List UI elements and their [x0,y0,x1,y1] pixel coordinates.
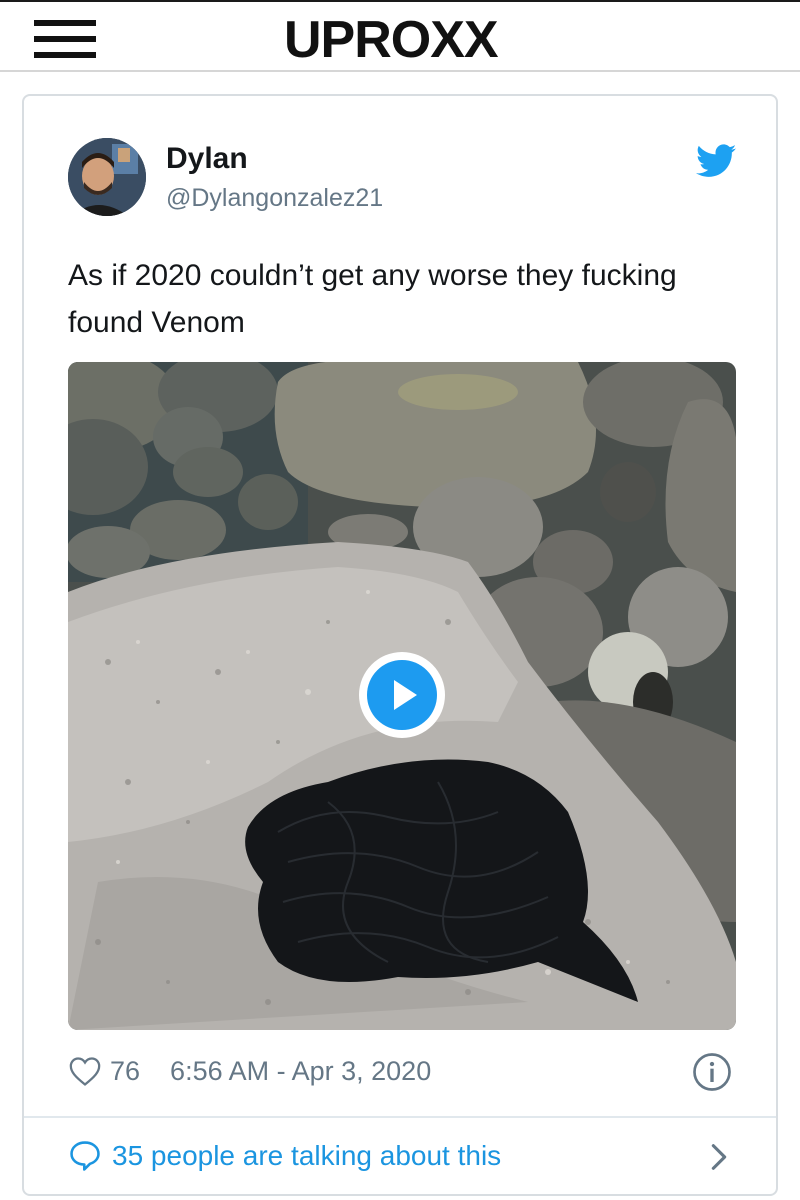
tweet-video[interactable] [68,362,736,1030]
embedded-tweet-card: Dylan @Dylangonzalez21 As if 2020 couldn… [22,94,778,1196]
tweet-meta-row: 76 6:56 AM - Apr 3, 2020 [68,1054,431,1088]
conversation-text: 35 people are talking about this [112,1140,502,1171]
chevron-right-icon[interactable] [706,1140,732,1174]
conversation-link[interactable]: 35 people are talking about this [68,1138,501,1174]
info-circle-icon[interactable] [692,1052,732,1092]
hamburger-menu-icon[interactable] [34,20,96,58]
tweet-timestamp[interactable]: 6:56 AM - Apr 3, 2020 [170,1056,431,1087]
heart-outline-icon[interactable] [68,1055,102,1087]
card-divider [24,1116,776,1118]
tweet-author-handle[interactable]: @Dylangonzalez21 [166,184,383,213]
play-button[interactable] [359,652,445,738]
tweet-author-name[interactable]: Dylan [166,142,248,176]
tweet-text: As if 2020 couldn’t get any worse they f… [68,259,677,339]
site-logo[interactable]: UPROXX [284,10,499,70]
play-icon [394,680,417,710]
twitter-bird-icon[interactable] [696,144,736,178]
site-header: UPROXX [0,0,800,72]
avatar[interactable] [68,138,146,216]
like-count[interactable]: 76 [110,1056,140,1087]
speech-bubble-icon [70,1141,100,1171]
